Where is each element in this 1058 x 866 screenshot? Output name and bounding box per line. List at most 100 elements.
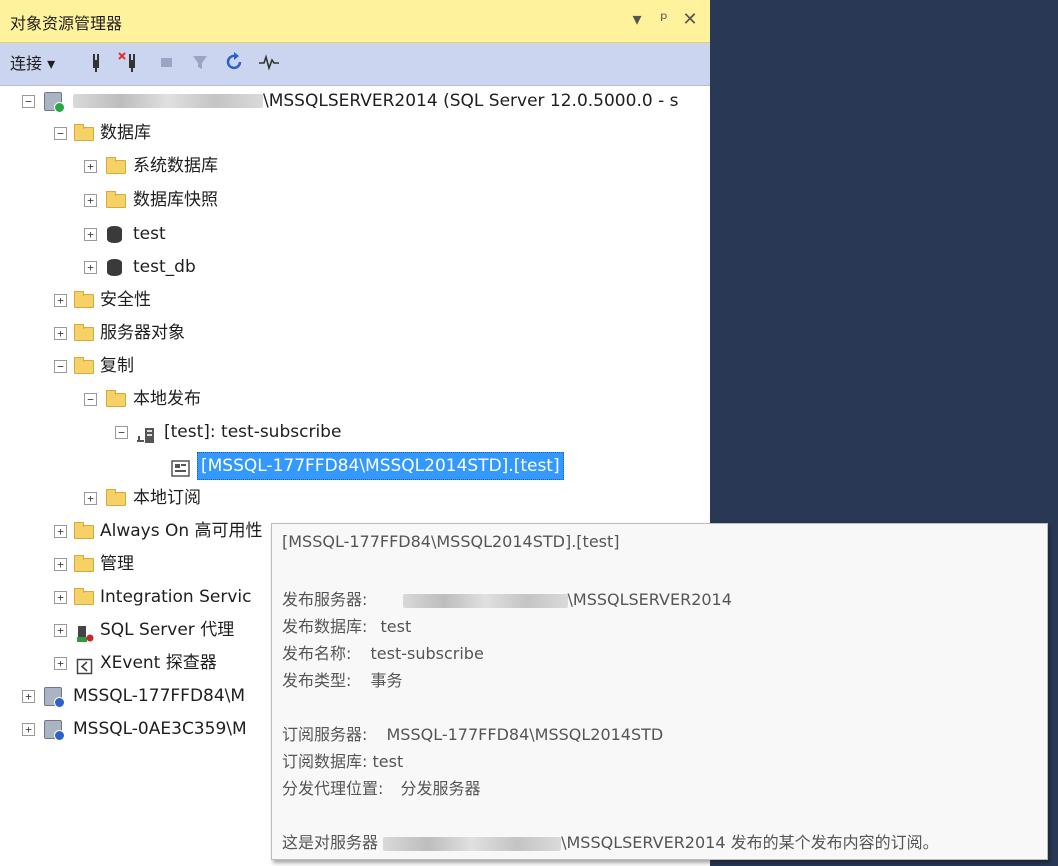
expand-icon[interactable]: + (84, 261, 97, 274)
collapse-icon[interactable]: − (115, 426, 128, 439)
disconnect-icon[interactable] (118, 52, 142, 76)
tooltip-pub-type-row: 发布类型: 事务 (282, 667, 403, 691)
tree-label-db-test-db: test_db (133, 257, 196, 277)
expand-icon[interactable]: + (54, 657, 67, 670)
folder-icon (106, 191, 126, 208)
redacted-server-name (383, 836, 562, 851)
tooltip-publisher-suffix: \MSSQLSERVER2014 (567, 590, 732, 609)
tooltip-dist-label: 分发代理位置: (282, 779, 384, 798)
tooltip-sub-db-label: 订阅数据库: (282, 752, 368, 771)
expand-icon[interactable]: + (22, 723, 35, 736)
tree-label-server-objects: 服务器对象 (100, 323, 185, 343)
collapse-icon[interactable]: − (22, 95, 35, 108)
subscription-icon (171, 457, 190, 477)
expand-icon[interactable]: + (54, 558, 67, 571)
expand-icon[interactable]: + (84, 492, 97, 505)
panel-title: 对象资源管理器 (10, 14, 123, 33)
tree-label-publication: [test]: test-subscribe (164, 422, 342, 442)
database-icon (107, 226, 122, 243)
publication-icon (136, 424, 154, 443)
folder-icon (74, 324, 94, 341)
server-icon (44, 92, 65, 113)
tooltip-pub-name-row: 发布名称: test-subscribe (282, 640, 484, 664)
filter-icon[interactable] (192, 52, 208, 76)
tooltip-pub-type-label: 发布类型: (282, 671, 352, 690)
tree-label-sql-agent: SQL Server 代理 (100, 620, 235, 640)
tooltip-footer: 这是对服务器 \MSSQLSERVER2014 发布的某个发布内容的订阅。 (282, 829, 939, 853)
folder-icon (74, 124, 94, 141)
expand-icon[interactable]: + (84, 194, 97, 207)
tooltip-subscriber-row: 订阅服务器: MSSQL-177FFD84\MSSQL2014STD (282, 721, 663, 745)
folder-icon (106, 390, 126, 407)
tooltip-header: [MSSQL-177FFD84\MSSQL2014STD].[test] (282, 532, 620, 551)
folder-icon (74, 357, 94, 374)
tree-label-xevent: XEvent 探查器 (100, 653, 217, 673)
tooltip-sub-db-value: test (372, 752, 404, 771)
tooltip-footer-prefix: 这是对服务器 (282, 833, 379, 852)
tooltip-subscriber-value: MSSQL-177FFD84\MSSQL2014STD (386, 725, 664, 744)
tree-label-server-2: MSSQL-177FFD84\M (73, 686, 246, 706)
sql-agent-icon (76, 622, 94, 642)
stop-icon[interactable] (160, 52, 176, 76)
database-icon (107, 259, 122, 276)
activity-monitor-icon[interactable] (258, 52, 280, 76)
server-icon (44, 720, 65, 741)
tree-label-server-3: MSSQL-0AE3C359\M (73, 719, 247, 739)
expand-icon[interactable]: + (84, 228, 97, 241)
redacted-publisher-name (402, 593, 568, 608)
connect-button[interactable]: 连接 ▾ (10, 52, 55, 76)
folder-icon (74, 522, 94, 539)
tooltip-dist-row: 分发代理位置: 分发服务器 (282, 775, 481, 799)
server-icon (44, 687, 65, 708)
tooltip-pub-db-row: 发布数据库: test (282, 613, 411, 637)
xevent-profiler-icon (76, 655, 94, 675)
tree-label-integration-services: Integration Servic (100, 587, 252, 607)
tree-label-local-subscriptions: 本地订阅 (133, 488, 201, 508)
panel-titlebar: 对象资源管理器 ▾ ᵖ ✕ (0, 0, 710, 43)
server-root-label: \MSSQLSERVER2014 (SQL Server 12.0.5000.0… (73, 85, 678, 117)
expand-icon[interactable]: + (54, 327, 67, 340)
tooltip-pub-db-value: test (380, 617, 412, 636)
tooltip-subscriber-label: 订阅服务器: (282, 725, 368, 744)
tree-label-system-databases: 系统数据库 (133, 156, 218, 176)
subscription-tooltip: [MSSQL-177FFD84\MSSQL2014STD].[test] 发布服… (271, 523, 1048, 860)
folder-icon (106, 157, 126, 174)
tree-label-replication: 复制 (100, 356, 134, 376)
toolbar: 连接 ▾ (0, 43, 710, 86)
expand-icon[interactable]: + (54, 294, 67, 307)
collapse-icon[interactable]: − (84, 393, 97, 406)
expand-icon[interactable]: + (54, 525, 67, 538)
expand-icon[interactable]: + (84, 160, 97, 173)
tree-label-db-snapshots: 数据库快照 (133, 190, 218, 210)
pin-icon[interactable]: ᵖ (652, 7, 676, 33)
tooltip-pub-name-value: test-subscribe (370, 644, 484, 663)
connect-plug-icon[interactable] (88, 52, 106, 76)
folder-icon (74, 555, 94, 572)
tooltip-pub-type-value: 事务 (370, 671, 403, 690)
redacted-server-name (73, 94, 263, 108)
collapse-icon[interactable]: − (54, 127, 67, 140)
tree-label-always-on: Always On 高可用性 (100, 521, 263, 541)
tree-label-management: 管理 (100, 554, 134, 574)
tooltip-pub-name-label: 发布名称: (282, 644, 352, 663)
expand-icon[interactable]: + (54, 591, 67, 604)
expand-icon[interactable]: + (22, 690, 35, 703)
tooltip-dist-value: 分发服务器 (400, 779, 481, 798)
tooltip-footer-suffix: \MSSQLSERVER2014 发布的某个发布内容的订阅。 (561, 833, 939, 852)
tree-label-databases: 数据库 (100, 123, 151, 143)
tree-label-security: 安全性 (100, 290, 151, 310)
tooltip-pub-db-label: 发布数据库: (282, 617, 368, 636)
folder-icon (74, 588, 94, 605)
refresh-icon[interactable] (226, 52, 244, 76)
tree-label-subscription-selected: [MSSQL-177FFD84\MSSQL2014STD].[test] (197, 452, 564, 480)
expand-icon[interactable]: + (54, 624, 67, 637)
folder-icon (74, 291, 94, 308)
close-icon[interactable]: ✕ (678, 7, 702, 33)
tooltip-publisher-label: 发布服务器: (282, 590, 368, 609)
dropdown-icon[interactable]: ▾ (625, 7, 649, 33)
tooltip-sub-db-row: 订阅数据库: test (282, 748, 403, 772)
tree-label-local-publications: 本地发布 (133, 389, 201, 409)
collapse-icon[interactable]: − (54, 360, 67, 373)
tooltip-publisher-row: 发布服务器: \MSSQLSERVER2014 (282, 586, 732, 610)
tree-label-db-test: test (133, 224, 166, 244)
